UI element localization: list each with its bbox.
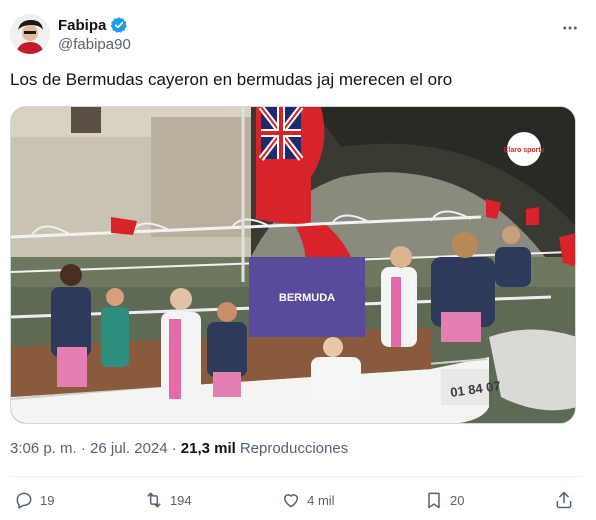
divider	[10, 476, 582, 477]
bookmark-button[interactable]: 20	[424, 490, 465, 510]
like-count: 4 mil	[307, 492, 335, 508]
media-banner-text: BERMUDA	[279, 292, 335, 304]
reply-icon	[16, 492, 32, 509]
like-button[interactable]: 4 mil	[281, 490, 335, 510]
author-handle[interactable]: @fabipa90	[58, 36, 131, 53]
tweet-meta: 3:06 p. m. · 26 jul. 2024 · 21,3 mil Rep…	[10, 440, 348, 457]
author-name-row: Fabipa	[58, 14, 128, 36]
media-logo-text: Claro sports	[503, 147, 544, 154]
tweet-text: Los de Bermudas cayeron en bermudas jaj …	[10, 70, 453, 89]
repost-icon	[147, 492, 161, 508]
repost-button[interactable]: 194	[144, 490, 192, 510]
reply-count: 19	[40, 492, 55, 508]
repost-count: 194	[169, 492, 192, 508]
tweet: Fabipa @fabipa90 Los de Bermudas cayeron…	[0, 0, 596, 520]
bookmark-count: 20	[450, 492, 465, 508]
reply-button[interactable]: 19	[14, 490, 54, 510]
tweet-views-count: 21,3 mil	[180, 440, 236, 457]
more-options-icon[interactable]	[560, 18, 580, 38]
tweet-actions-bar: 19 194 4 mil 20	[10, 486, 580, 514]
heart-icon	[284, 494, 299, 508]
tweet-media-image[interactable]: BERMUDA 01 84 07 Claro sports	[10, 106, 576, 424]
share-button[interactable]	[554, 490, 574, 510]
verified-badge-icon	[110, 16, 128, 34]
tweet-timestamp[interactable]: 3:06 p. m. · 26 jul. 2024 ·	[10, 440, 177, 457]
bookmark-icon	[428, 492, 440, 509]
author-display-name[interactable]: Fabipa	[58, 17, 106, 34]
share-icon	[556, 491, 572, 509]
avatar[interactable]	[10, 14, 50, 54]
tweet-views-label: Reproducciones	[239, 440, 349, 457]
